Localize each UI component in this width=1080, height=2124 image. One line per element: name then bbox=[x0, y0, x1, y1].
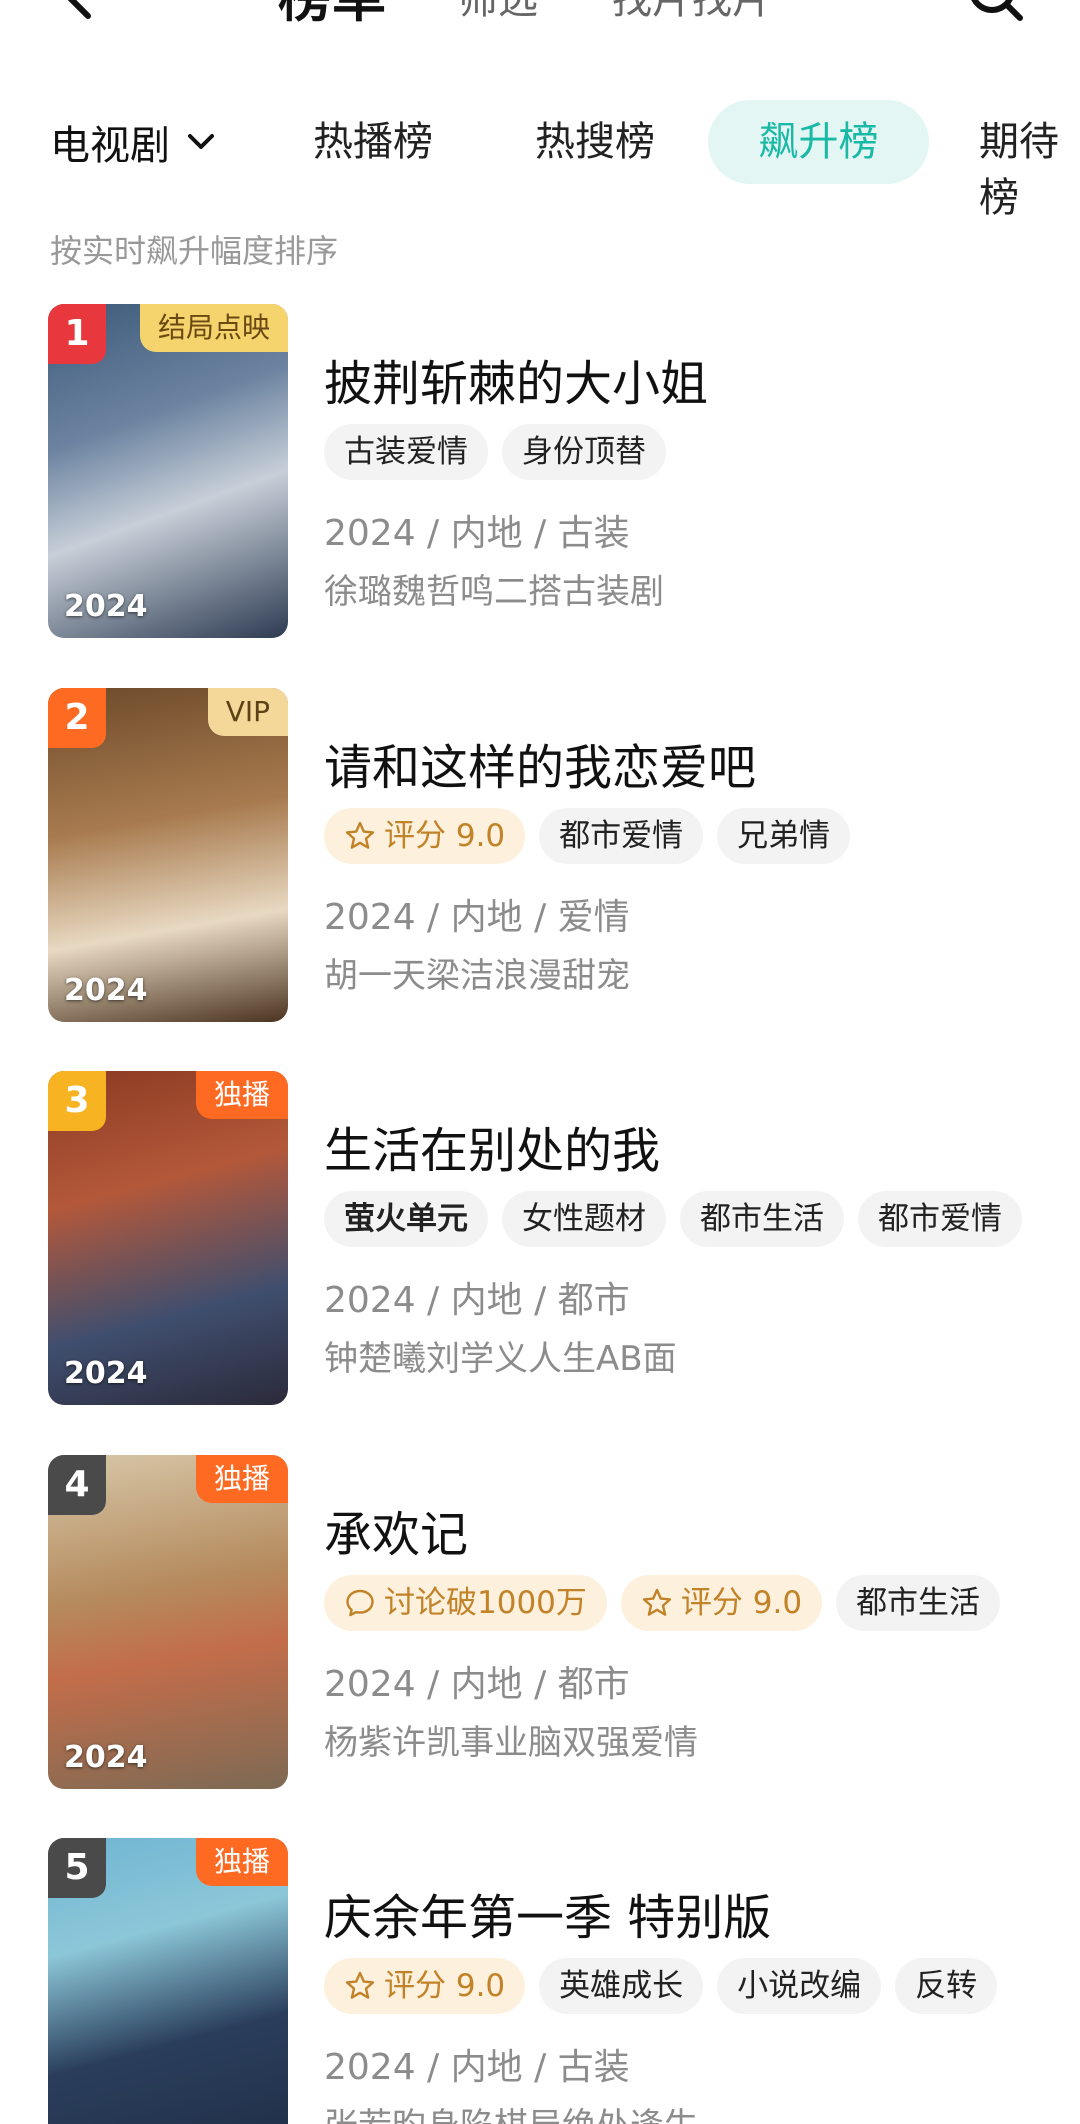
poster-image[interactable]: 1 结局点映 2024 bbox=[48, 304, 288, 638]
item-title[interactable]: 请和这样的我恋爱吧 bbox=[324, 728, 756, 798]
list-item[interactable]: 2 VIP 2024 请和这样的我恋爱吧 评分 9.0 都市爱情 兄弟情 202… bbox=[0, 688, 1080, 1028]
poster-year: 2024 bbox=[64, 1356, 148, 1391]
item-desc: 钟楚曦刘学义人生AB面 bbox=[324, 1339, 677, 1379]
comment-icon bbox=[346, 1589, 374, 1617]
search-icon[interactable] bbox=[966, 0, 1026, 30]
item-desc: 徐璐魏哲鸣二搭古装剧 bbox=[324, 572, 664, 612]
page-title: 榜单 bbox=[278, 0, 386, 28]
score-label: 评分 9.0 bbox=[384, 1968, 506, 2004]
exclusive-badge: 独播 bbox=[195, 1071, 288, 1119]
tab-rising[interactable]: 飙升榜 bbox=[708, 100, 929, 184]
nav-tab-find[interactable]: 找片找片 bbox=[612, 0, 772, 24]
item-title[interactable]: 庆余年第一季 特别版 bbox=[324, 1878, 771, 1948]
item-meta: 2024 / 内地 / 古装 bbox=[324, 2047, 630, 2088]
tag-list: 评分 9.0 都市爱情 兄弟情 bbox=[324, 808, 851, 864]
list-item[interactable]: 5 独播 庆余年第一季 特别版 评分 9.0 英雄成长 小说改编 反转 2024… bbox=[0, 1838, 1080, 2124]
genre-tag[interactable]: 英雄成长 bbox=[539, 1958, 704, 2014]
rank-badge: 4 bbox=[48, 1455, 106, 1515]
genre-tag[interactable]: 都市生活 bbox=[836, 1575, 1001, 1631]
chevron-down-icon bbox=[188, 134, 214, 149]
poster-year: 2024 bbox=[64, 589, 148, 624]
star-icon bbox=[345, 821, 375, 849]
item-desc: 杨紫许凯事业脑双强爱情 bbox=[324, 1723, 698, 1763]
star-icon bbox=[345, 1971, 375, 1999]
rank-badge: 5 bbox=[48, 1838, 106, 1898]
back-arrow-icon[interactable] bbox=[58, 0, 108, 22]
tag-list: 讨论破1000万 评分 9.0 都市生活 bbox=[324, 1575, 1001, 1631]
tab-hot-search[interactable]: 热搜榜 bbox=[535, 114, 655, 170]
genre-tag[interactable]: 古装爱情 bbox=[324, 424, 488, 480]
list-item[interactable]: 3 独播 2024 生活在别处的我 萤火单元 女性题材 都市生活 都市爱情 20… bbox=[0, 1071, 1080, 1411]
item-desc: 张若昀身陷棋局绝处逢生 bbox=[324, 2098, 698, 2124]
tag-list: 古装爱情 身份顶替 bbox=[324, 424, 666, 480]
genre-tag[interactable]: 女性题材 bbox=[502, 1191, 666, 1247]
top-nav: 榜单 筛选 找片找片 bbox=[0, 0, 1080, 50]
ranking-subtitle: 按实时飙升幅度排序 bbox=[50, 232, 339, 270]
category-dropdown[interactable]: 电视剧 bbox=[50, 114, 218, 170]
item-meta: 2024 / 内地 / 都市 bbox=[324, 1664, 630, 1705]
poster-image[interactable]: 3 独播 2024 bbox=[48, 1071, 288, 1405]
category-dropdown-label: 电视剧 bbox=[50, 123, 170, 169]
tab-hot-play[interactable]: 热播榜 bbox=[313, 114, 433, 170]
genre-tag[interactable]: 都市爱情 bbox=[539, 808, 704, 864]
poster-year: 2024 bbox=[64, 1740, 148, 1775]
exclusive-badge: 独播 bbox=[195, 1455, 288, 1503]
genre-tag[interactable]: 兄弟情 bbox=[717, 808, 851, 864]
star-icon bbox=[642, 1588, 672, 1616]
score-tag[interactable]: 评分 9.0 bbox=[324, 808, 526, 864]
list-item[interactable]: 1 结局点映 2024 披荆斩棘的大小姐 古装爱情 身份顶替 2024 / 内地… bbox=[0, 304, 1080, 644]
item-meta: 2024 / 内地 / 都市 bbox=[324, 1280, 630, 1321]
item-title[interactable]: 披荆斩棘的大小姐 bbox=[324, 344, 708, 414]
brand-tag[interactable]: 萤火单元 bbox=[324, 1191, 488, 1247]
rank-badge: 2 bbox=[48, 688, 106, 748]
score-tag[interactable]: 评分 9.0 bbox=[324, 1958, 526, 2014]
genre-tag[interactable]: 反转 bbox=[895, 1958, 998, 2014]
poster-image[interactable]: 4 独播 2024 bbox=[48, 1455, 288, 1789]
discussion-label: 讨论破1000万 bbox=[384, 1585, 587, 1621]
score-label: 评分 9.0 bbox=[384, 818, 506, 854]
poster-image[interactable]: 5 独播 bbox=[48, 1838, 288, 2124]
tag-list: 萤火单元 女性题材 都市生活 都市爱情 bbox=[324, 1191, 1022, 1247]
vip-badge: VIP bbox=[207, 688, 288, 736]
category-tabs: 电视剧 热播榜 热搜榜 飙升榜 期待榜 bbox=[0, 100, 1080, 221]
poster-year: 2024 bbox=[64, 973, 148, 1008]
genre-tag[interactable]: 都市爱情 bbox=[858, 1191, 1022, 1247]
item-meta: 2024 / 内地 / 爱情 bbox=[324, 897, 630, 938]
genre-tag[interactable]: 小说改编 bbox=[717, 1958, 882, 2014]
rank-badge: 3 bbox=[48, 1071, 106, 1131]
discussion-tag[interactable]: 讨论破1000万 bbox=[324, 1575, 607, 1631]
item-title[interactable]: 生活在别处的我 bbox=[324, 1111, 660, 1181]
genre-tag[interactable]: 都市生活 bbox=[680, 1191, 844, 1247]
item-desc: 胡一天梁洁浪漫甜宠 bbox=[324, 956, 630, 996]
status-badge: 结局点映 bbox=[139, 304, 288, 352]
item-meta: 2024 / 内地 / 古装 bbox=[324, 513, 630, 554]
tab-expected[interactable]: 期待榜 bbox=[979, 114, 1080, 226]
nav-tab-filter[interactable]: 筛选 bbox=[458, 0, 538, 24]
list-item[interactable]: 4 独播 2024 承欢记 讨论破1000万 评分 9.0 都市生活 2024 … bbox=[0, 1455, 1080, 1795]
poster-image[interactable]: 2 VIP 2024 bbox=[48, 688, 288, 1022]
score-label: 评分 9.0 bbox=[680, 1585, 803, 1621]
tag-list: 评分 9.0 英雄成长 小说改编 反转 bbox=[324, 1958, 998, 2014]
exclusive-badge: 独播 bbox=[195, 1838, 288, 1886]
item-title[interactable]: 承欢记 bbox=[324, 1495, 468, 1565]
score-tag[interactable]: 评分 9.0 bbox=[620, 1575, 823, 1631]
rank-badge: 1 bbox=[48, 304, 106, 364]
genre-tag[interactable]: 身份顶替 bbox=[502, 424, 666, 480]
